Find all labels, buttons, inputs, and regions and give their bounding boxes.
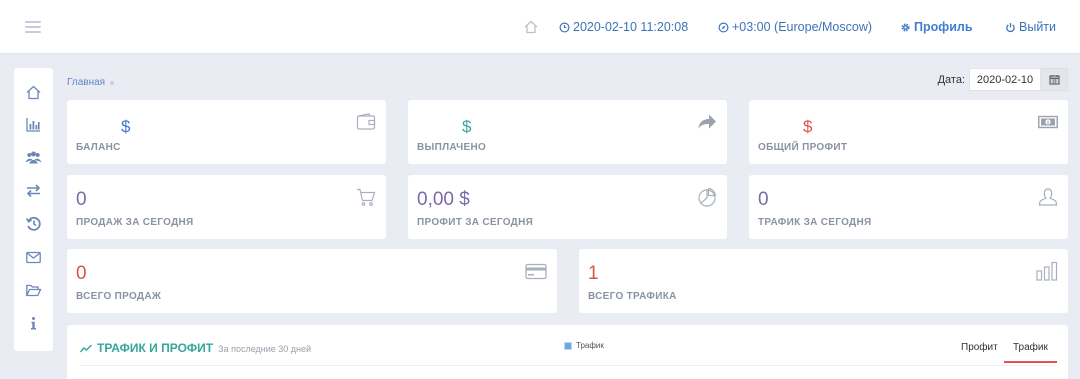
sidebar-bar-chart-icon[interactable] <box>25 116 42 133</box>
sidebar-exchange-icon[interactable] <box>25 182 42 199</box>
top-navbar: 2020-02-10 11:20:08 +03:00 (Europe/Mosco… <box>0 0 1080 54</box>
sidebar-folder-open-icon[interactable] <box>25 282 42 299</box>
total-profit-card: $ ОБЩИЙ ПРОФИТ $ <box>749 100 1068 164</box>
gear-icon <box>901 22 910 32</box>
timezone: +03:00 (Europe/Moscow) <box>718 20 872 34</box>
balance-label: БАЛАНС <box>76 142 121 153</box>
tab-traffic[interactable]: Трафик <box>1004 342 1057 363</box>
timezone-text: +03:00 (Europe/Moscow) <box>732 20 873 34</box>
paid-out-card: $ ВЫПЛАЧЕНО <box>408 100 727 164</box>
compass-icon <box>718 22 729 32</box>
total-traffic-value: 1 <box>588 263 599 284</box>
user-icon <box>1038 187 1058 207</box>
date-input[interactable] <box>969 68 1041 91</box>
sidebar-users-icon[interactable] <box>25 149 42 166</box>
credit-card-icon <box>525 261 547 281</box>
profit-today-value: 0,00 $ <box>417 189 470 210</box>
trend-line-icon <box>80 344 92 352</box>
balance-card: $ БАЛАНС <box>67 100 386 164</box>
calendar-icon <box>1048 75 1060 85</box>
share-icon <box>697 112 717 132</box>
total-sales-card: 0 ВСЕГО ПРОДАЖ <box>67 249 557 313</box>
panel-header: ТРАФИК И ПРОФИТ За последние 30 дней <box>80 341 311 355</box>
total-profit-label: ОБЩИЙ ПРОФИТ <box>758 142 848 153</box>
sidebar-mail-icon[interactable] <box>25 249 42 266</box>
total-traffic-card: 1 ВСЕГО ТРАФИКА <box>579 249 1068 313</box>
total-sales-label: ВСЕГО ПРОДАЖ <box>76 291 162 302</box>
sidebar-info-icon[interactable] <box>25 315 42 332</box>
total-traffic-label: ВСЕГО ТРАФИКА <box>588 291 677 302</box>
logout-link[interactable]: Выйти <box>1005 20 1056 34</box>
sales-today-value: 0 <box>76 189 87 210</box>
datetime-text: 2020-02-10 11:20:08 <box>573 20 689 34</box>
pie-icon <box>697 187 717 207</box>
profit-today-label: ПРОФИТ ЗА СЕГОДНЯ <box>417 217 534 228</box>
profile-label: Профиль <box>914 20 973 34</box>
server-time: 2020-02-10 11:20:08 <box>559 20 688 34</box>
total-profit-value: $ <box>803 117 813 136</box>
chart-legend[interactable]: Трафик <box>564 341 604 350</box>
total-sales-value: 0 <box>76 263 87 284</box>
legend-label: Трафик <box>576 341 604 350</box>
traffic-today-label: ТРАФИК ЗА СЕГОДНЯ <box>758 217 872 228</box>
profit-today-card: 0,00 $ ПРОФИТ ЗА СЕГОДНЯ <box>408 175 727 239</box>
legend-swatch <box>564 341 572 350</box>
sales-today-card: 0 ПРОДАЖ ЗА СЕГОДНЯ <box>67 175 386 239</box>
breadcrumb: Главная <box>67 77 115 88</box>
date-filter: Дата: <box>938 68 1068 91</box>
bar-chart-icon <box>1036 261 1058 281</box>
paid-out-value: $ <box>462 117 472 136</box>
traffic-today-value: 0 <box>758 189 769 210</box>
date-label: Дата: <box>937 73 965 86</box>
menu-icon[interactable] <box>25 21 41 33</box>
profile-link[interactable]: Профиль <box>900 20 973 34</box>
paid-out-label: ВЫПЛАЧЕНО <box>417 142 487 153</box>
home-icon[interactable] <box>523 19 539 35</box>
sidebar-home-icon[interactable] <box>25 84 42 101</box>
clock-icon <box>559 22 570 32</box>
sidebar <box>14 68 53 351</box>
breadcrumb-home[interactable]: Главная <box>67 77 105 88</box>
traffic-today-card: 0 ТРАФИК ЗА СЕГОДНЯ <box>749 175 1068 239</box>
traffic-profit-panel: ТРАФИК И ПРОФИТ За последние 30 дней Тра… <box>67 325 1068 379</box>
panel-subtitle: За последние 30 дней <box>218 344 312 354</box>
balance-value: $ <box>121 117 131 136</box>
tab-profit[interactable]: Профит <box>961 342 998 353</box>
cart-icon <box>356 187 376 207</box>
power-icon <box>1006 22 1015 32</box>
sales-today-label: ПРОДАЖ ЗА СЕГОДНЯ <box>76 217 194 228</box>
calendar-button[interactable] <box>1041 68 1068 91</box>
panel-title: ТРАФИК И ПРОФИТ <box>97 341 214 355</box>
wallet-icon <box>356 112 376 132</box>
sidebar-history-icon[interactable] <box>25 215 42 232</box>
panel-divider <box>80 365 1055 366</box>
money-icon: $ <box>1038 112 1058 132</box>
logout-label: Выйти <box>1019 20 1057 34</box>
breadcrumb-separator <box>110 80 115 85</box>
